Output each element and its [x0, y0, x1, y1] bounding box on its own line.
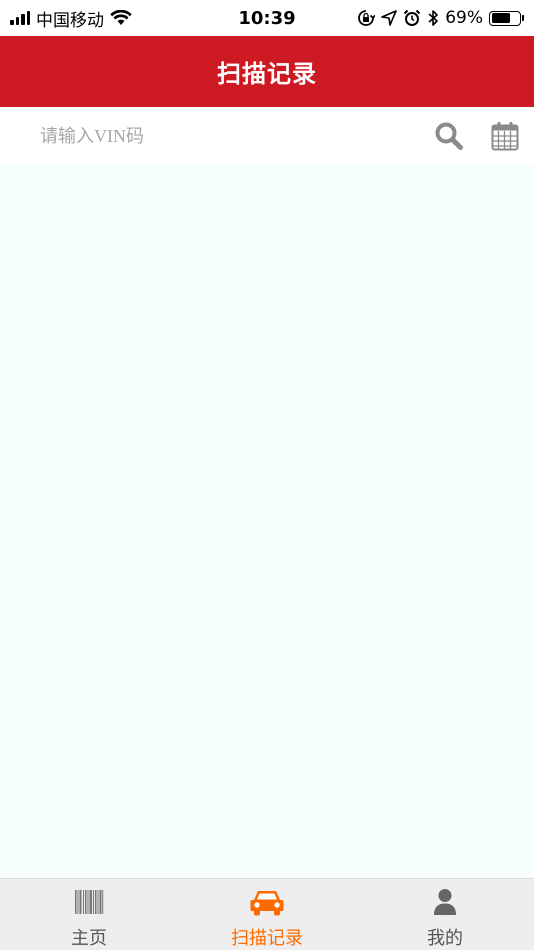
tab-profile[interactable]: 我的 — [356, 879, 534, 950]
screen: 中国移动 10:39 69% 扫描记录 请输入VIN码 主页 扫描记录 我的 — [0, 0, 534, 950]
battery-percent: 69% — [445, 8, 483, 28]
orientation-lock-icon — [358, 10, 376, 26]
alarm-icon — [403, 9, 421, 26]
calendar-button[interactable] — [488, 119, 522, 153]
bluetooth-icon — [428, 10, 439, 26]
location-icon — [381, 10, 398, 26]
wifi-icon — [110, 10, 132, 25]
header: 扫描记录 — [0, 36, 534, 107]
status-bar: 中国移动 10:39 69% — [0, 0, 534, 36]
vin-search-input[interactable] — [40, 117, 400, 155]
search-bar — [0, 107, 534, 165]
signal-icon — [10, 11, 30, 25]
tab-home-label: 主页 — [71, 928, 107, 949]
status-right: 69% — [357, 8, 524, 28]
status-left: 中国移动 — [10, 6, 210, 31]
search-button[interactable] — [432, 119, 466, 153]
tab-scan-records[interactable]: 扫描记录 — [178, 879, 356, 950]
search-icon — [435, 122, 463, 150]
tab-home[interactable]: 主页 — [0, 879, 178, 950]
records-list[interactable] — [0, 165, 534, 878]
calendar-icon — [491, 122, 519, 151]
barcode-icon — [75, 890, 104, 914]
battery-icon — [489, 10, 524, 26]
carrier-label: 中国移动 — [36, 10, 104, 31]
page-title: 扫描记录 — [217, 60, 317, 88]
user-icon — [434, 889, 456, 915]
tab-profile-label: 我的 — [427, 928, 463, 949]
car-icon — [250, 891, 284, 916]
tab-bar: 主页 扫描记录 我的 — [0, 878, 534, 950]
tab-scan-records-label: 扫描记录 — [231, 928, 303, 949]
